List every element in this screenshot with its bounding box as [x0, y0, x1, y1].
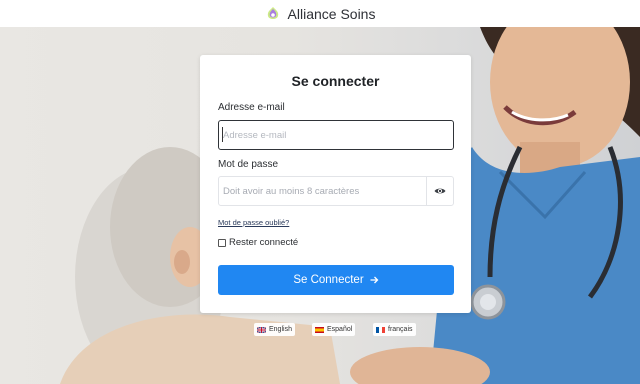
france-flag-icon	[376, 326, 385, 333]
eye-icon	[434, 188, 446, 194]
login-card: Se connecter Adresse e-mail Mot de passe…	[200, 55, 471, 313]
language-label: Español	[327, 326, 353, 333]
forgot-password-link[interactable]: Mot de passe oublié?	[218, 218, 289, 227]
brand-name: Alliance Soins	[287, 5, 376, 22]
login-submit-button[interactable]: Se Connecter	[218, 265, 454, 295]
text-caret	[222, 127, 223, 142]
alliance-soins-logo-icon	[267, 6, 278, 19]
login-title: Se connecter	[291, 73, 380, 89]
remember-me[interactable]: Rester connecté	[218, 237, 298, 248]
password-input[interactable]	[219, 177, 426, 205]
submit-label: Se Connecter	[293, 274, 364, 286]
email-label: Adresse e-mail	[218, 102, 285, 113]
arrow-right-icon	[370, 276, 379, 284]
show-password-button[interactable]	[426, 177, 453, 205]
language-english[interactable]: English	[254, 323, 295, 336]
uk-flag-icon	[257, 326, 266, 333]
language-label: français	[388, 326, 413, 333]
language-label: English	[269, 326, 292, 333]
email-input[interactable]	[218, 120, 454, 150]
remember-me-checkbox[interactable]	[218, 238, 226, 247]
spain-flag-icon	[315, 326, 324, 333]
top-bar: Alliance Soins	[0, 0, 640, 27]
password-field	[218, 176, 454, 206]
language-french[interactable]: français	[373, 323, 416, 336]
remember-me-label: Rester connecté	[229, 237, 299, 248]
password-label: Mot de passe	[218, 159, 279, 170]
language-spanish[interactable]: Español	[312, 323, 356, 336]
language-switcher: English Español français	[0, 323, 640, 337]
